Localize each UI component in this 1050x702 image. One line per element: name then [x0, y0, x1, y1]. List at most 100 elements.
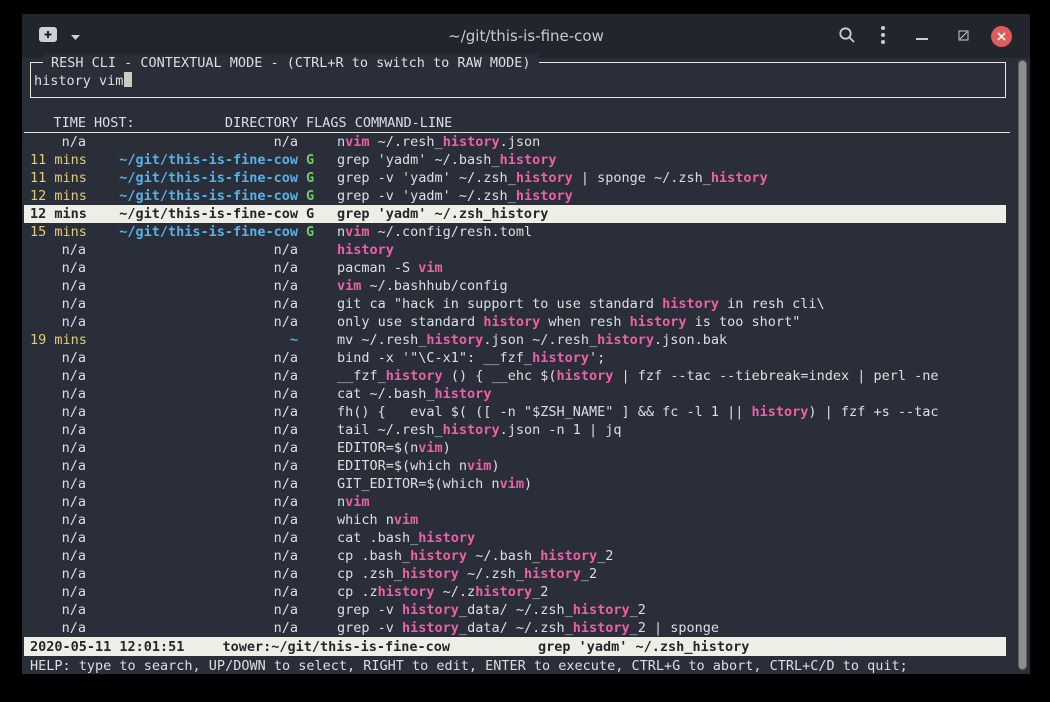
row-time: n/a	[30, 403, 86, 421]
row-time: n/a	[30, 313, 86, 331]
table-row[interactable]: n/an/acp .zhistory ~/.zhistory_2	[24, 583, 1006, 601]
row-command: mv ~/.resh_history.json ~/.resh_history.…	[337, 331, 1006, 349]
command-text: git ca "hack in support to use standard	[337, 296, 662, 312]
row-directory: n/a	[94, 457, 298, 475]
command-text: ~/.resh_	[370, 134, 443, 150]
row-directory: ~/git/this-is-fine-cow	[94, 151, 298, 169]
command-text: ~/.config/resh.toml	[370, 224, 533, 240]
table-row[interactable]: n/an/afh() { eval $( ([ -n "$ZSH_NAME" ]…	[24, 403, 1006, 421]
command-text: bind -x '"\C-x1": __fzf_	[337, 350, 532, 366]
close-button[interactable]	[991, 26, 1012, 47]
row-flags	[306, 511, 322, 529]
match-highlight: history	[516, 188, 573, 204]
table-row[interactable]: n/an/aEDITOR=$(nvim)	[24, 439, 1006, 457]
command-text: _2	[532, 584, 548, 600]
table-row[interactable]: 11 mins~/git/this-is-fine-cowGgrep 'yadm…	[24, 151, 1006, 169]
table-row[interactable]: n/an/ahistory	[24, 241, 1006, 259]
table-row[interactable]: n/an/aGIT_EDITOR=$(which nvim)	[24, 475, 1006, 493]
row-command: nvim ~/.config/resh.toml	[337, 223, 1006, 241]
row-time: n/a	[30, 583, 86, 601]
terminal-content: RESH CLI - CONTEXTUAL MODE - (CTRL+R to …	[22, 58, 1030, 674]
command-text: _2	[597, 548, 613, 564]
match-highlight: history	[540, 548, 597, 564]
command-text: _2	[581, 566, 597, 582]
command-text: grep -v	[337, 620, 402, 636]
table-row[interactable]: n/an/awhich nvim	[24, 511, 1006, 529]
table-row[interactable]: n/an/avim ~/.bashhub/config	[24, 277, 1006, 295]
table-row[interactable]: n/an/anvim ~/.resh_history.json	[24, 133, 1006, 151]
restore-button[interactable]	[958, 29, 969, 44]
command-text: )	[443, 440, 451, 456]
table-row[interactable]: n/an/acp .zsh_history ~/.zsh_history_2	[24, 565, 1006, 583]
table-row[interactable]: n/an/acat ~/.bash_history	[24, 385, 1006, 403]
header-flags-command: FLAGS COMMAND-LINE	[306, 114, 452, 132]
table-row[interactable]: n/an/anvim	[24, 493, 1006, 511]
table-row[interactable]: n/an/atail ~/.resh_history.json -n 1 | j…	[24, 421, 1006, 439]
row-directory: ~/git/this-is-fine-cow	[94, 205, 298, 223]
table-row[interactable]: n/an/acat .bash_history	[24, 529, 1006, 547]
table-row[interactable]: n/an/abind -x '"\C-x1": __fzf_history';	[24, 349, 1006, 367]
search-input[interactable]: history vim	[34, 72, 132, 90]
row-flags	[306, 313, 322, 331]
match-highlight: vim	[394, 512, 418, 528]
table-row[interactable]: 15 mins~/git/this-is-fine-cowGnvim ~/.co…	[24, 223, 1006, 241]
command-text: ~/.zsh_	[459, 566, 524, 582]
command-text: is too short"	[687, 314, 801, 330]
row-flags	[306, 493, 322, 511]
desktop-background: ~/git/this-is-fine-cow	[0, 0, 1050, 702]
match-highlight: vim	[467, 458, 491, 474]
table-row[interactable]: n/an/aonly use standard history when res…	[24, 313, 1006, 331]
match-highlight: history	[418, 530, 475, 546]
header-host: HOST:	[94, 114, 135, 132]
status-datetime: 2020-05-11 12:01:51	[30, 638, 184, 656]
search-button[interactable]	[838, 26, 856, 47]
kebab-menu-icon	[880, 25, 886, 48]
row-time: n/a	[30, 385, 86, 403]
table-row[interactable]: n/an/agrep -v history_data/ ~/.zsh_histo…	[24, 619, 1006, 637]
command-text: )	[491, 458, 499, 474]
table-row[interactable]: n/an/agit ca "hack in support to use sta…	[24, 295, 1006, 313]
command-text: ) | fzf +s --tac	[808, 404, 938, 420]
row-time: n/a	[30, 241, 86, 259]
match-highlight: history	[402, 620, 459, 636]
row-time: n/a	[30, 133, 86, 151]
row-time: n/a	[30, 511, 86, 529]
row-flags: G	[306, 169, 322, 187]
table-row[interactable]: 11 mins~/git/this-is-fine-cowGgrep -v 'y…	[24, 169, 1006, 187]
search-box-title: RESH CLI - CONTEXTUAL MODE - (CTRL+R to …	[43, 54, 539, 72]
table-row[interactable]: n/an/aEDITOR=$(which nvim)	[24, 457, 1006, 475]
row-command: only use standard history when resh hist…	[337, 313, 1006, 331]
command-text: () { __ehc $(	[443, 368, 557, 384]
row-command: grep 'yadm' ~/.bash_history	[337, 151, 1006, 169]
table-row[interactable]: 12 mins~/git/this-is-fine-cowGgrep -v 'y…	[24, 187, 1006, 205]
row-time: n/a	[30, 421, 86, 439]
table-row[interactable]: 12 mins~/git/this-is-fine-cowGgrep 'yadm…	[24, 205, 1006, 223]
command-text: _2 | sponge	[630, 620, 719, 636]
row-flags	[306, 457, 322, 475]
row-directory: n/a	[94, 529, 298, 547]
command-text: mv ~/.resh_	[337, 332, 426, 348]
row-flags	[306, 367, 322, 385]
match-highlight: history	[500, 152, 557, 168]
row-flags	[306, 133, 322, 151]
match-highlight: vim	[345, 134, 369, 150]
table-row[interactable]: n/an/agrep -v history_data/ ~/.zsh_histo…	[24, 601, 1006, 619]
match-highlight: history	[402, 566, 459, 582]
minimize-button[interactable]	[916, 29, 928, 44]
row-flags	[306, 349, 322, 367]
row-command: bind -x '"\C-x1": __fzf_history';	[337, 349, 1006, 367]
table-row[interactable]: n/an/apacman -S vim	[24, 259, 1006, 277]
table-row[interactable]: n/an/acp .bash_history ~/.bash_history_2	[24, 547, 1006, 565]
menu-button[interactable]	[880, 25, 886, 48]
row-time: n/a	[30, 493, 86, 511]
table-row[interactable]: 19 mins~mv ~/.resh_history.json ~/.resh_…	[24, 331, 1006, 349]
command-text: fh() { eval $( ([ -n "$ZSH_NAME" ] && fc…	[337, 404, 752, 420]
scrollbar-thumb[interactable]	[1018, 60, 1027, 670]
row-flags	[306, 331, 322, 349]
row-command: cp .bash_history ~/.bash_history_2	[337, 547, 1006, 565]
match-highlight: history	[573, 602, 630, 618]
row-command: git ca "hack in support to use standard …	[337, 295, 1006, 313]
table-row[interactable]: n/an/a__fzf_history () { __ehc $(history…	[24, 367, 1006, 385]
match-highlight: history	[516, 170, 573, 186]
command-text: _data/ ~/.zsh_	[459, 620, 573, 636]
